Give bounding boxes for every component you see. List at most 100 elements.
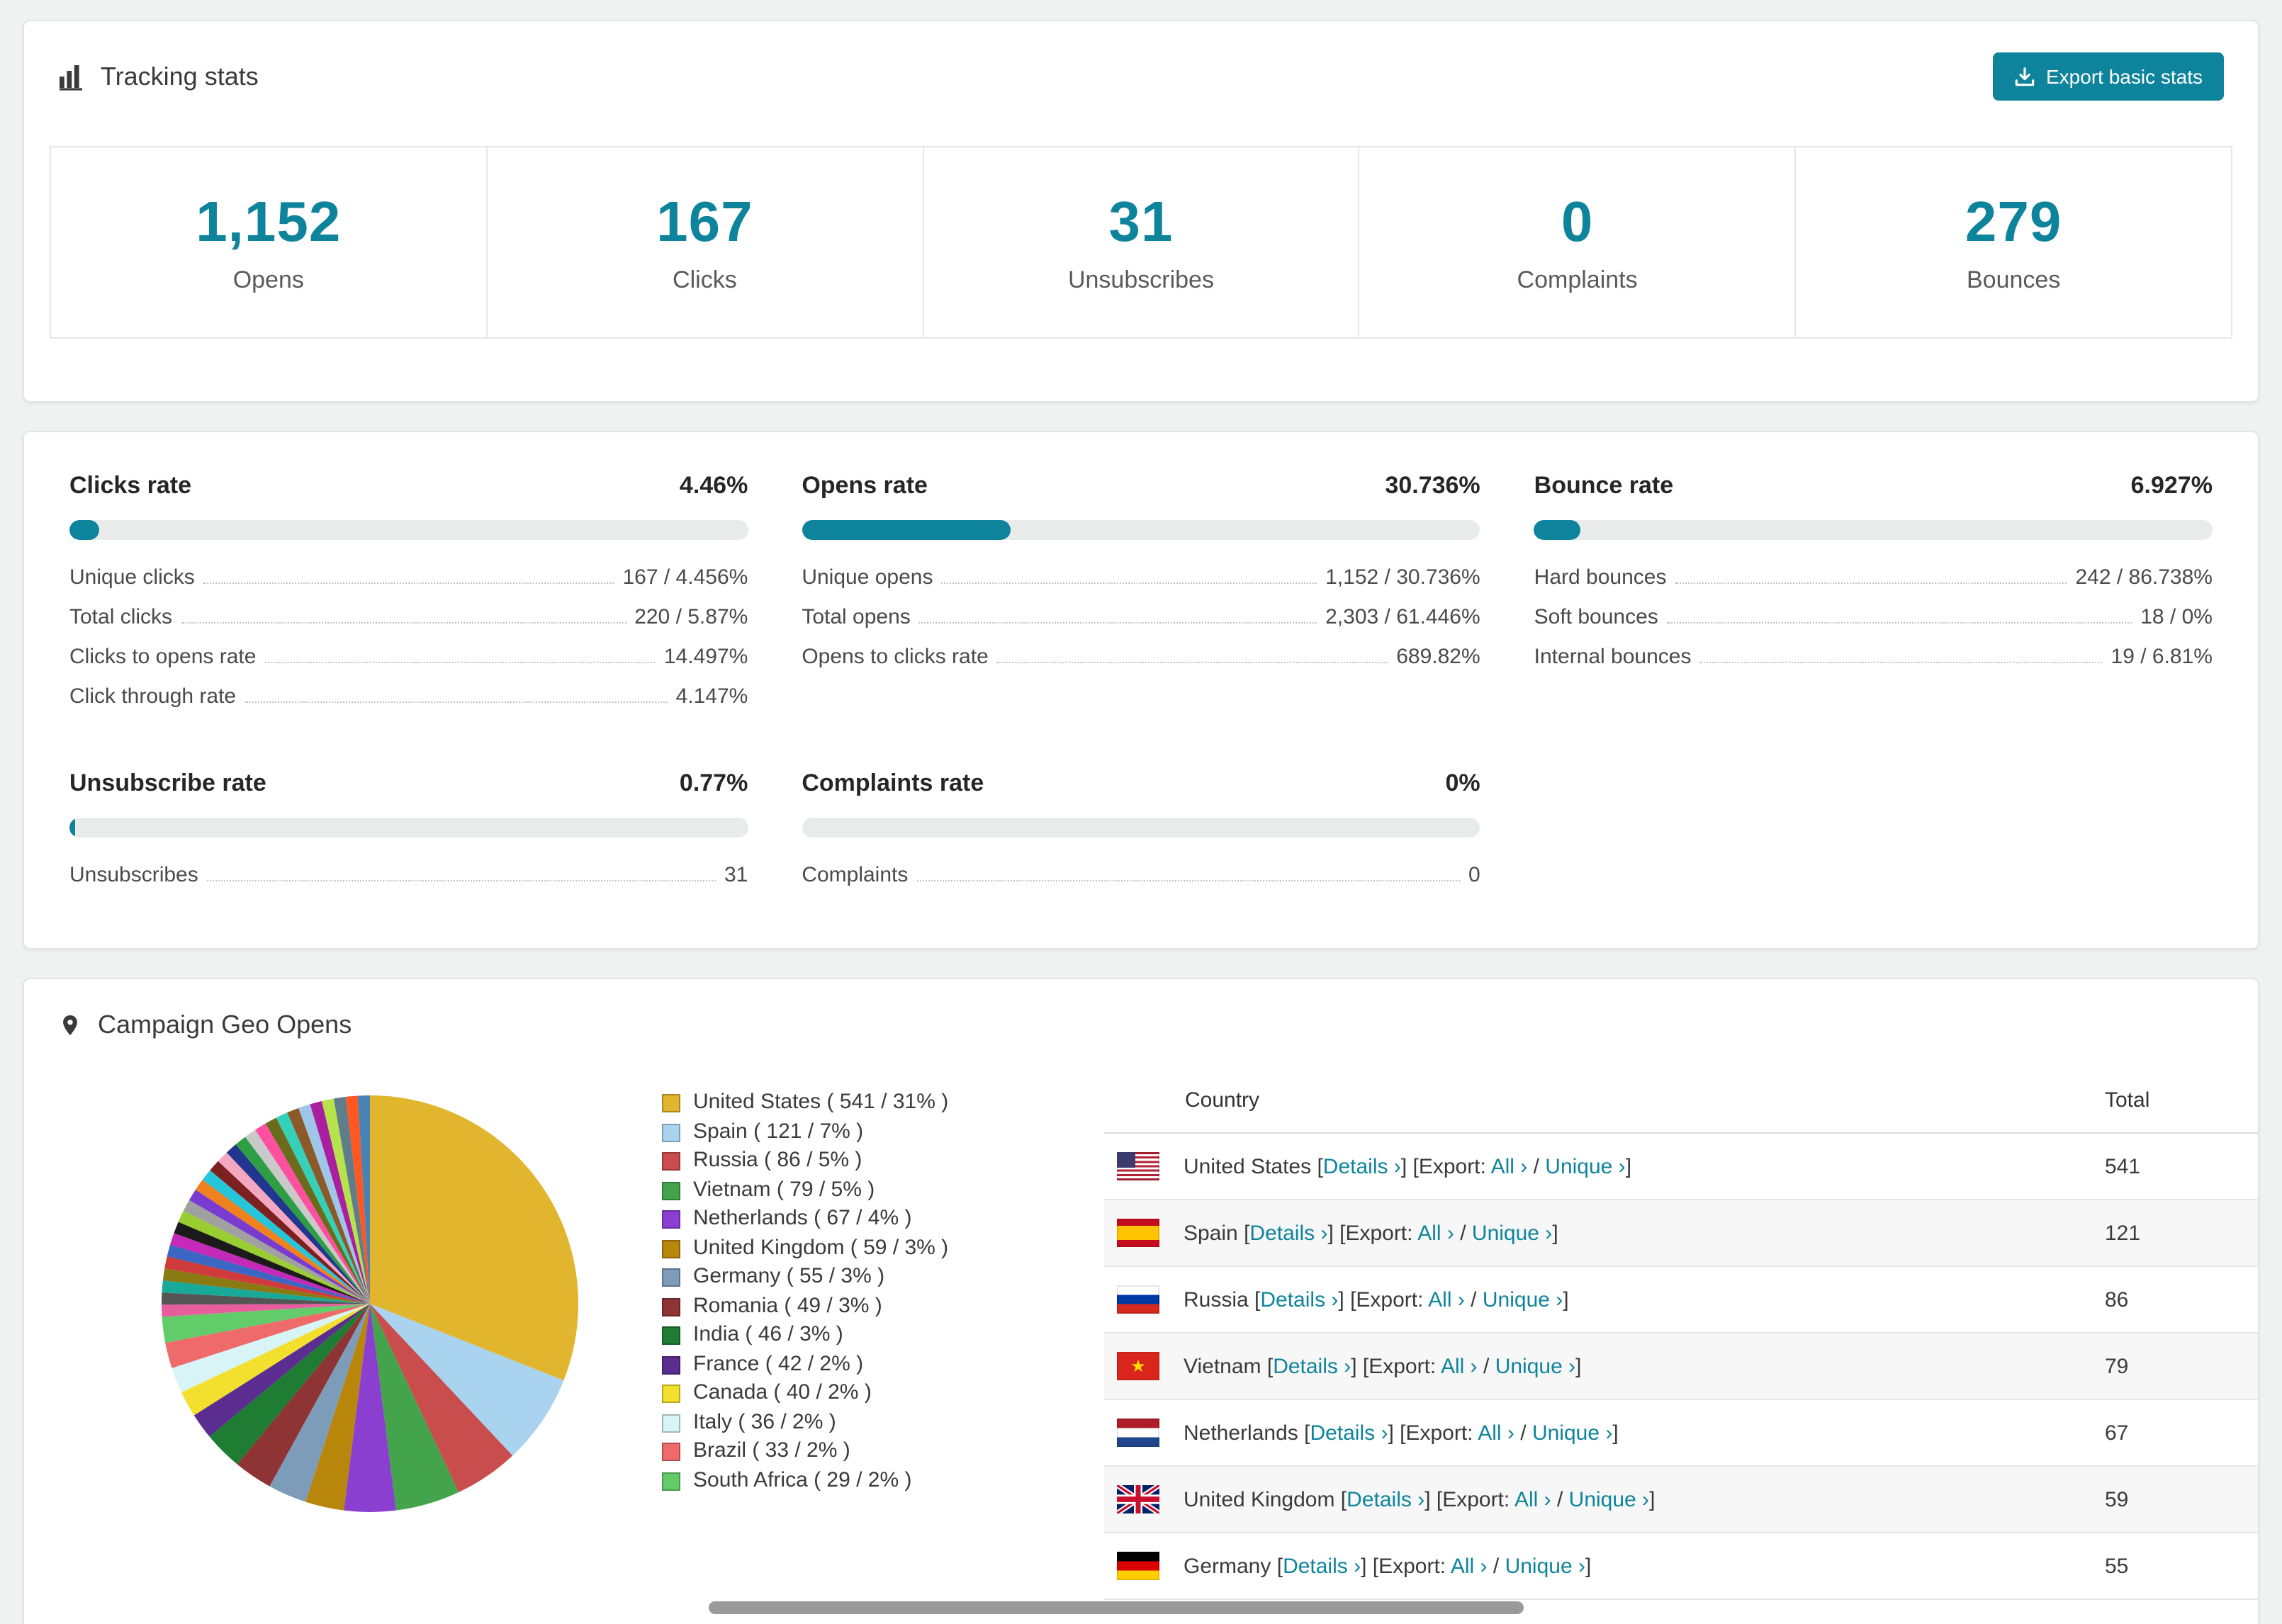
rate-row-value: 2,303 / 61.446% xyxy=(1325,605,1480,629)
rate-title: Complaints rate xyxy=(802,769,984,796)
rate-row-label: Total clicks xyxy=(69,605,173,629)
geo-row-country: Germany [Details ›] [Export: All › / Uni… xyxy=(1184,1554,1592,1578)
geo-row-total: 67 xyxy=(2105,1421,2129,1445)
export-basic-stats-button[interactable]: Export basic stats xyxy=(1992,52,2224,101)
details-link[interactable]: Details › xyxy=(1283,1554,1361,1578)
dotted-leader xyxy=(1699,662,2103,663)
progress-bar-track xyxy=(69,818,748,838)
rate-row-label: Soft bounces xyxy=(1534,605,1658,629)
geo-row-country: Russia [Details ›] [Export: All › / Uniq… xyxy=(1184,1287,1569,1312)
rate-title: Unsubscribe rate xyxy=(69,769,266,796)
legend-label: Brazil ( 33 / 2% ) xyxy=(693,1438,850,1462)
flag-icon-vietnam: ★ xyxy=(1117,1352,1159,1380)
stat-box-opens: 1,152 Opens xyxy=(50,146,488,339)
legend-label: United States ( 541 / 31% ) xyxy=(693,1090,949,1114)
progress-bar-fill xyxy=(69,818,75,838)
download-icon xyxy=(2013,66,2035,87)
export-unique-link[interactable]: Unique › xyxy=(1483,1287,1563,1312)
legend-swatch xyxy=(662,1268,680,1287)
tracking-stats-header: Tracking stats Export basic stats xyxy=(24,21,2258,112)
progress-bar-track xyxy=(69,520,748,540)
geo-table-header: Country Total xyxy=(1104,1066,2258,1134)
export-all-link[interactable]: All › xyxy=(1514,1487,1551,1511)
rate-rows: Hard bounces 242 / 86.738% Soft bounces 18 … xyxy=(1534,557,2213,676)
export-unique-link[interactable]: Unique › xyxy=(1495,1354,1575,1378)
details-link[interactable]: Details › xyxy=(1347,1487,1424,1511)
geo-title: Campaign Geo Opens xyxy=(98,1010,352,1039)
geo-row-total: 59 xyxy=(2105,1487,2129,1511)
stat-boxes: 1,152 Opens 167 Clicks 31 Unsubscribes 0 Compla… xyxy=(50,146,2232,339)
rate-rows: Unique opens 1,152 / 30.736% Total opens 2,… xyxy=(802,557,1480,676)
geo-header: Campaign Geo Opens xyxy=(24,979,2258,1051)
legend-item-south-africa: South Africa ( 29 / 2% ) xyxy=(662,1466,1005,1495)
dotted-leader xyxy=(1666,622,2132,624)
rate-row: Total clicks 220 / 5.87% xyxy=(69,597,748,636)
legend-label: Netherlands ( 67 / 4% ) xyxy=(693,1206,912,1230)
legend-swatch xyxy=(662,1443,680,1461)
rate-row-value: 19 / 6.81% xyxy=(2110,645,2213,669)
details-link[interactable]: Details › xyxy=(1273,1354,1351,1378)
export-unique-link[interactable]: Unique › xyxy=(1505,1554,1585,1578)
rate-head: Bounce rate 6.927% xyxy=(1534,472,2213,500)
legend-item-vietnam: Vietnam ( 79 / 5% ) xyxy=(662,1175,1005,1205)
export-all-link[interactable]: All › xyxy=(1451,1554,1488,1578)
legend-swatch xyxy=(662,1326,680,1345)
rate-rows: Complaints 0 xyxy=(802,855,1480,894)
export-unique-link[interactable]: Unique › xyxy=(1545,1154,1625,1178)
rate-row-label: Hard bounces xyxy=(1534,565,1667,590)
legend-label: France ( 42 / 2% ) xyxy=(693,1351,864,1375)
geo-header-country: Country xyxy=(1185,1088,1260,1112)
geo-table-row-netherlands: Netherlands [Details ›] [Export: All › /… xyxy=(1104,1400,2258,1467)
legend-swatch xyxy=(662,1297,680,1316)
geo-table-body: United States [Details ›] [Export: All ›… xyxy=(1104,1134,2258,1600)
legend-swatch xyxy=(662,1239,680,1258)
legend-item-united-states: United States ( 541 / 31% ) xyxy=(662,1088,1005,1117)
geo-row-total: 55 xyxy=(2105,1554,2129,1578)
stat-box-bounces: 279 Bounces xyxy=(1794,146,2232,339)
export-all-link[interactable]: All › xyxy=(1428,1287,1465,1312)
rate-row-value: 1,152 / 30.736% xyxy=(1325,565,1480,590)
legend-swatch xyxy=(662,1472,680,1490)
geo-pie-wrap xyxy=(160,1094,580,1513)
legend-label: South Africa ( 29 / 2% ) xyxy=(693,1467,912,1492)
flag-icon-united-kingdom xyxy=(1117,1485,1159,1513)
dotted-leader xyxy=(996,662,1388,663)
legend-swatch xyxy=(662,1355,680,1374)
flag-icon-russia xyxy=(1117,1285,1159,1314)
rate-value: 0% xyxy=(1445,769,1480,796)
export-unique-link[interactable]: Unique › xyxy=(1532,1421,1612,1445)
details-link[interactable]: Details › xyxy=(1310,1421,1388,1445)
legend-item-united-kingdom: United Kingdom ( 59 / 3% ) xyxy=(662,1234,1005,1263)
rate-row-label: Unsubscribes xyxy=(69,863,198,887)
export-all-link[interactable]: All › xyxy=(1417,1221,1454,1245)
geo-row-total: 86 xyxy=(2105,1287,2129,1312)
geo-table-row-spain: Spain [Details ›] [Export: All › / Uniqu… xyxy=(1104,1200,2258,1267)
details-link[interactable]: Details › xyxy=(1260,1287,1338,1312)
rate-row-label: Clicks to opens rate xyxy=(69,645,257,669)
export-all-link[interactable]: All › xyxy=(1491,1154,1528,1178)
details-link[interactable]: Details › xyxy=(1249,1221,1327,1245)
export-unique-link[interactable]: Unique › xyxy=(1472,1221,1552,1245)
rate-row: Total opens 2,303 / 61.446% xyxy=(802,597,1480,636)
rate-row: Opens to clicks rate 689.82% xyxy=(802,636,1480,676)
legend-item-romania: Romania ( 49 / 3% ) xyxy=(662,1292,1005,1321)
export-all-link[interactable]: All › xyxy=(1478,1421,1514,1445)
rate-row: Hard bounces 242 / 86.738% xyxy=(1534,557,2213,597)
geo-legend: United States ( 541 / 31% ) Spain ( 121 /… xyxy=(662,1088,1005,1495)
export-unique-link[interactable]: Unique › xyxy=(1569,1487,1649,1511)
legend-item-france: France ( 42 / 2% ) xyxy=(662,1350,1005,1379)
rate-row: Unsubscribes 31 xyxy=(69,855,748,894)
geo-row-country: Vietnam [Details ›] [Export: All › / Uni… xyxy=(1184,1354,1582,1378)
rate-row-label: Complaints xyxy=(802,863,909,887)
dotted-leader xyxy=(244,701,668,703)
rate-row: Clicks to opens rate 14.497% xyxy=(69,636,748,676)
page: Tracking stats Export basic stats 1,152 O… xyxy=(0,0,2282,1624)
rate-row: Unique clicks 167 / 4.456% xyxy=(69,557,748,597)
details-link[interactable]: Details › xyxy=(1323,1154,1401,1178)
geo-content: United States ( 541 / 31% ) Spain ( 121 /… xyxy=(24,1051,2258,1624)
legend-item-canada: Canada ( 40 / 2% ) xyxy=(662,1379,1005,1408)
legend-swatch xyxy=(662,1414,680,1432)
export-all-link[interactable]: All › xyxy=(1441,1354,1478,1378)
horizontal-scrollbar-thumb[interactable] xyxy=(709,1601,1524,1614)
rate-row-value: 242 / 86.738% xyxy=(2075,565,2213,590)
